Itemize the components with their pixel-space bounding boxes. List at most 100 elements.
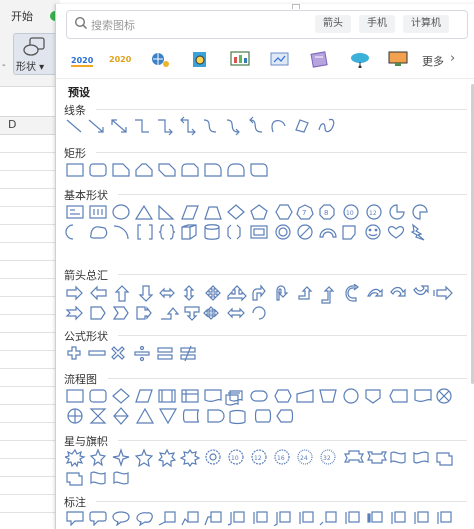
tag-arrow[interactable]: 箭头 xyxy=(315,15,351,33)
arc-moon-shape[interactable] xyxy=(65,224,74,240)
accent-border-callout-1-shape[interactable] xyxy=(391,511,406,524)
monitor-icon[interactable] xyxy=(386,50,410,68)
right-arrow-callout-shape[interactable] xyxy=(136,306,152,320)
globe-icon[interactable] xyxy=(148,50,172,68)
start-tab[interactable]: 开始 xyxy=(11,8,33,24)
cloud-shape[interactable] xyxy=(90,226,108,239)
chevron-right-icon[interactable]: › xyxy=(450,51,455,66)
document-search-icon[interactable] xyxy=(188,50,212,68)
delay-shape[interactable] xyxy=(207,409,225,423)
merge-shape[interactable] xyxy=(158,408,178,425)
freeform-shape[interactable] xyxy=(295,119,309,133)
left-right-arrow-shape[interactable] xyxy=(159,287,175,299)
panel-resize-handle[interactable] xyxy=(292,4,300,9)
right-triangle-shape[interactable] xyxy=(158,204,175,220)
elbow-arrow-connector-shape[interactable] xyxy=(158,119,173,136)
curved-right-arrow-shape[interactable] xyxy=(345,284,359,302)
data-shape[interactable] xyxy=(135,389,153,403)
down-arrow-callout-shape[interactable] xyxy=(161,307,180,320)
lightning-bolt-shape[interactable] xyxy=(410,223,425,241)
year-2020-icon[interactable]: 2020 xyxy=(70,50,94,68)
direct-access-storage-shape[interactable] xyxy=(254,409,272,423)
snip-round-rectangle-shape[interactable] xyxy=(181,163,199,177)
u-turn-arrow-shape[interactable] xyxy=(276,285,289,301)
preparation-shape[interactable] xyxy=(274,389,292,403)
star-10-point-shape[interactable]: 10 xyxy=(228,449,244,465)
punched-tape-shape[interactable] xyxy=(414,389,432,403)
left-right-up-arrow-shape[interactable] xyxy=(227,285,247,302)
bent-up-arrow-shape[interactable] xyxy=(321,286,335,304)
accent-callout-3-shape[interactable] xyxy=(299,511,314,524)
or-shape[interactable] xyxy=(67,408,83,424)
terminator-shape[interactable] xyxy=(250,390,268,402)
up-arrow-callout-shape[interactable] xyxy=(184,306,200,321)
vertical-textbox-shape[interactable] xyxy=(89,205,107,219)
triangle-shape[interactable] xyxy=(134,204,154,220)
line-callout-1-shape[interactable] xyxy=(158,511,176,526)
star-4-point-shape[interactable] xyxy=(112,448,130,467)
line-callout-border-shape[interactable] xyxy=(227,511,245,526)
search-box[interactable]: 搜索图标 箭头 手机 计算机 xyxy=(66,10,468,39)
cloud-callout-shape[interactable] xyxy=(136,512,153,526)
cloud-network-icon[interactable] xyxy=(348,50,372,68)
curve-shape[interactable] xyxy=(271,120,286,133)
star-7-point-shape[interactable] xyxy=(179,448,201,468)
elbow-double-arrow-shape[interactable] xyxy=(180,116,196,136)
striped-right-arrow-shape[interactable] xyxy=(433,285,453,301)
search-placeholder[interactable]: 搜索图标 xyxy=(91,17,135,33)
sort-shape[interactable] xyxy=(113,407,129,425)
document-shape[interactable] xyxy=(204,389,222,403)
border-callout-3-shape[interactable] xyxy=(367,511,383,523)
presentation-icon[interactable] xyxy=(268,50,292,68)
folded-corner-shape[interactable] xyxy=(342,225,356,240)
scribble-shape[interactable] xyxy=(318,118,335,133)
curved-down-arrow-shape[interactable] xyxy=(413,285,429,296)
card-shape[interactable] xyxy=(389,389,408,403)
left-arrow-shape[interactable] xyxy=(90,285,107,301)
border-callout-2-shape[interactable] xyxy=(345,511,360,524)
octagon-shape[interactable]: 8 xyxy=(319,204,335,220)
summing-junction-shape[interactable] xyxy=(436,388,452,404)
rectangle-shape[interactable] xyxy=(66,163,84,177)
plus-shape[interactable] xyxy=(67,346,81,360)
collate-shape[interactable] xyxy=(89,408,107,424)
curved-connector-shape[interactable] xyxy=(203,119,217,133)
curved-up-arrow-shape[interactable] xyxy=(390,286,406,297)
snip-diagonal-rectangle-shape[interactable] xyxy=(158,163,176,177)
double-brace-shape[interactable] xyxy=(158,224,176,240)
round-diagonal-rectangle-shape[interactable] xyxy=(250,163,268,177)
predefined-process-shape[interactable] xyxy=(158,389,176,403)
up-ribbon-shape[interactable] xyxy=(344,450,364,463)
arc-shape[interactable] xyxy=(113,225,129,240)
manual-operation-shape[interactable] xyxy=(319,389,337,403)
right-arrow-shape[interactable] xyxy=(66,285,83,301)
oval-callout-shape[interactable] xyxy=(112,511,130,526)
alternate-process-shape[interactable] xyxy=(89,389,107,403)
star-32-point-shape[interactable]: 32 xyxy=(320,449,336,465)
pie-shape[interactable] xyxy=(389,204,405,220)
circular-arrow-shape[interactable] xyxy=(252,306,266,320)
extract-shape[interactable] xyxy=(135,407,155,424)
sequential-access-storage-shape[interactable] xyxy=(229,409,246,425)
year-2020-gold-icon[interactable]: 2020 xyxy=(108,50,132,68)
curved-left-arrow-shape[interactable] xyxy=(367,288,383,297)
shape-button[interactable]: 形状 ▾ xyxy=(13,33,57,75)
no-symbol-shape[interactable] xyxy=(297,224,313,240)
arrow-line-shape[interactable] xyxy=(88,119,104,133)
tag-phone[interactable]: 手机 xyxy=(359,15,395,33)
parallelogram-shape[interactable] xyxy=(181,205,199,220)
double-wave-shape[interactable] xyxy=(113,471,129,485)
explosion-1-shape[interactable] xyxy=(65,448,86,468)
star-12-point-shape[interactable]: 12 xyxy=(251,449,267,465)
rounded-rectangle-shape[interactable] xyxy=(89,163,107,177)
star-4-alt-shape[interactable] xyxy=(89,448,107,467)
tag-computer[interactable]: 计算机 xyxy=(403,15,449,33)
down-ribbon-shape[interactable] xyxy=(367,451,387,464)
curved-double-arrow-shape[interactable] xyxy=(249,116,263,133)
snip-same-side-rectangle-shape[interactable] xyxy=(135,163,153,177)
trapezoid-shape[interactable] xyxy=(204,206,222,220)
decision-shape[interactable] xyxy=(112,388,130,404)
textbox-shape[interactable] xyxy=(66,205,84,219)
chart-board-icon[interactable] xyxy=(228,50,252,68)
notched-right-arrow-shape[interactable] xyxy=(65,305,83,321)
